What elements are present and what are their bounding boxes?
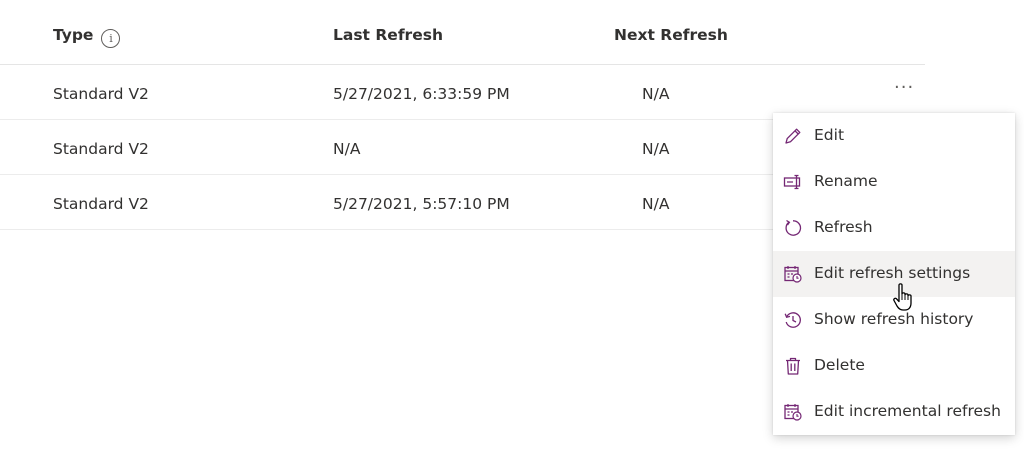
hand-pointer-cursor-icon	[893, 283, 912, 311]
info-icon[interactable]: i	[101, 29, 121, 48]
pencil-icon	[785, 128, 801, 144]
menu-item-label: Edit refresh settings	[814, 264, 971, 282]
menu-item-delete[interactable]: Delete	[773, 343, 1015, 389]
rename-icon	[783, 174, 801, 190]
cell-last-refresh: N/A	[333, 140, 361, 158]
column-header-next-refresh[interactable]: Next Refresh	[614, 26, 728, 44]
menu-item-edit[interactable]: Edit	[773, 113, 1015, 159]
menu-item-refresh[interactable]: Refresh	[773, 205, 1015, 251]
cell-type: Standard V2	[53, 140, 149, 158]
menu-item-label: Edit incremental refresh	[814, 402, 1001, 420]
menu-item-edit-incremental-refresh[interactable]: Edit incremental refresh	[773, 389, 1015, 435]
table-header: Type i Last Refresh Next Refresh	[0, 0, 925, 65]
cell-next-refresh: N/A	[642, 195, 670, 213]
cell-next-refresh: N/A	[642, 85, 670, 103]
menu-item-label: Delete	[814, 356, 865, 374]
cell-last-refresh: 5/27/2021, 5:57:10 PM	[333, 195, 510, 213]
cell-type: Standard V2	[53, 85, 149, 103]
calendar-clock-icon	[784, 404, 802, 421]
menu-item-label: Edit	[814, 126, 845, 144]
menu-item-label: Refresh	[814, 218, 873, 236]
calendar-clock-icon	[784, 266, 802, 283]
refresh-icon	[785, 219, 802, 236]
cell-next-refresh: N/A	[642, 140, 670, 158]
history-icon	[784, 312, 801, 328]
cell-last-refresh: 5/27/2021, 6:33:59 PM	[333, 85, 510, 103]
table-row[interactable]: Standard V2 5/27/2021, 6:33:59 PM N/A ··…	[0, 65, 925, 120]
menu-item-label: Rename	[814, 172, 878, 190]
column-header-type-label: Type	[53, 26, 94, 44]
column-header-type[interactable]: Type i	[53, 26, 121, 48]
trash-icon	[786, 357, 800, 375]
column-header-last-refresh[interactable]: Last Refresh	[333, 26, 443, 44]
cell-type: Standard V2	[53, 195, 149, 213]
more-options-button[interactable]: ···	[894, 77, 914, 98]
context-menu: Edit Rename Refresh Edit refresh setting…	[773, 113, 1015, 435]
menu-item-rename[interactable]: Rename	[773, 159, 1015, 205]
